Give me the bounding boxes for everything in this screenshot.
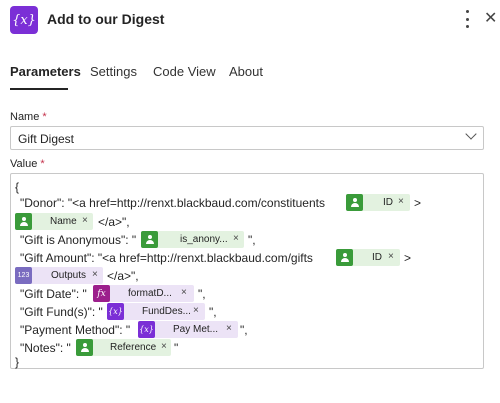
- page-title: Add to our Digest: [47, 11, 165, 27]
- fund-suffix: ",: [209, 305, 217, 319]
- remove-icon[interactable]: ×: [161, 341, 167, 352]
- fund-line: "Gift Fund(s)": ": [20, 305, 103, 319]
- date-suffix: ",: [198, 287, 206, 301]
- anon-line: "Gift is Anonymous": ": [20, 233, 137, 247]
- function-icon: fx: [93, 285, 110, 302]
- close-brace: }: [15, 355, 20, 369]
- amount-close: </a>",: [107, 269, 139, 283]
- constituent-icon: [336, 249, 353, 266]
- donor-close: </a>",: [98, 215, 130, 229]
- donor-line: "Donor": "<a href=http://renxt.blackbaud…: [20, 196, 325, 210]
- variable-icon: {x}: [10, 6, 38, 34]
- token-is-anonymous[interactable]: is_anony... ×: [141, 231, 244, 248]
- token-pay-method[interactable]: {x} Pay Met... ×: [138, 321, 238, 338]
- token-donor-name[interactable]: Name ×: [15, 213, 93, 230]
- amount-line: "Gift Amount": "<a href=http://renxt.bla…: [20, 251, 313, 265]
- token-format-date[interactable]: fx formatD... ×: [93, 285, 194, 302]
- close-icon[interactable]: ✕: [484, 8, 497, 28]
- name-field-label: Name *: [10, 111, 47, 123]
- remove-icon[interactable]: ×: [233, 233, 239, 244]
- constituent-icon: [76, 339, 93, 356]
- token-outputs[interactable]: 123 Outputs ×: [15, 267, 103, 284]
- variable-icon: {x}: [138, 321, 155, 338]
- pay-suffix: ",: [240, 323, 248, 337]
- name-value: Gift Digest: [18, 132, 75, 146]
- tab-about[interactable]: About: [229, 64, 263, 79]
- chevron-down-icon: [465, 128, 477, 140]
- donor-gt: >: [414, 196, 422, 210]
- active-tab-indicator: [10, 88, 68, 90]
- panel-header: {x} Add to our Digest ✕: [0, 0, 500, 40]
- token-donor-id[interactable]: ID ×: [346, 194, 410, 211]
- anon-suffix: ",: [248, 233, 256, 247]
- constituent-icon: [141, 231, 158, 248]
- remove-icon[interactable]: ×: [193, 305, 199, 316]
- constituent-icon: [346, 194, 363, 211]
- name-dropdown[interactable]: Gift Digest: [10, 126, 484, 150]
- token-gift-id[interactable]: ID ×: [336, 249, 400, 266]
- remove-icon[interactable]: ×: [388, 251, 394, 262]
- amount-gt: >: [404, 251, 412, 265]
- value-field-label: Value *: [10, 158, 45, 170]
- constituent-icon: [15, 213, 32, 230]
- pay-line: "Payment Method": ": [20, 323, 131, 337]
- notes-suffix: ": [174, 341, 179, 355]
- remove-icon[interactable]: ×: [226, 323, 232, 334]
- remove-icon[interactable]: ×: [82, 215, 88, 226]
- tab-parameters[interactable]: Parameters: [10, 64, 81, 79]
- token-fund-desc[interactable]: {x} FundDes... ×: [107, 303, 205, 320]
- token-reference[interactable]: Reference ×: [76, 339, 171, 356]
- remove-icon[interactable]: ×: [398, 196, 404, 207]
- more-options-icon[interactable]: [462, 10, 472, 28]
- notes-line: "Notes": ": [20, 341, 71, 355]
- remove-icon[interactable]: ×: [181, 287, 187, 298]
- tab-settings[interactable]: Settings: [90, 64, 137, 79]
- open-brace: {: [15, 180, 20, 194]
- variable-icon: {x}: [107, 303, 124, 320]
- number-icon: 123: [15, 267, 32, 284]
- remove-icon[interactable]: ×: [92, 269, 98, 280]
- tab-code-view[interactable]: Code View: [153, 64, 216, 79]
- date-line: "Gift Date": ": [20, 287, 87, 301]
